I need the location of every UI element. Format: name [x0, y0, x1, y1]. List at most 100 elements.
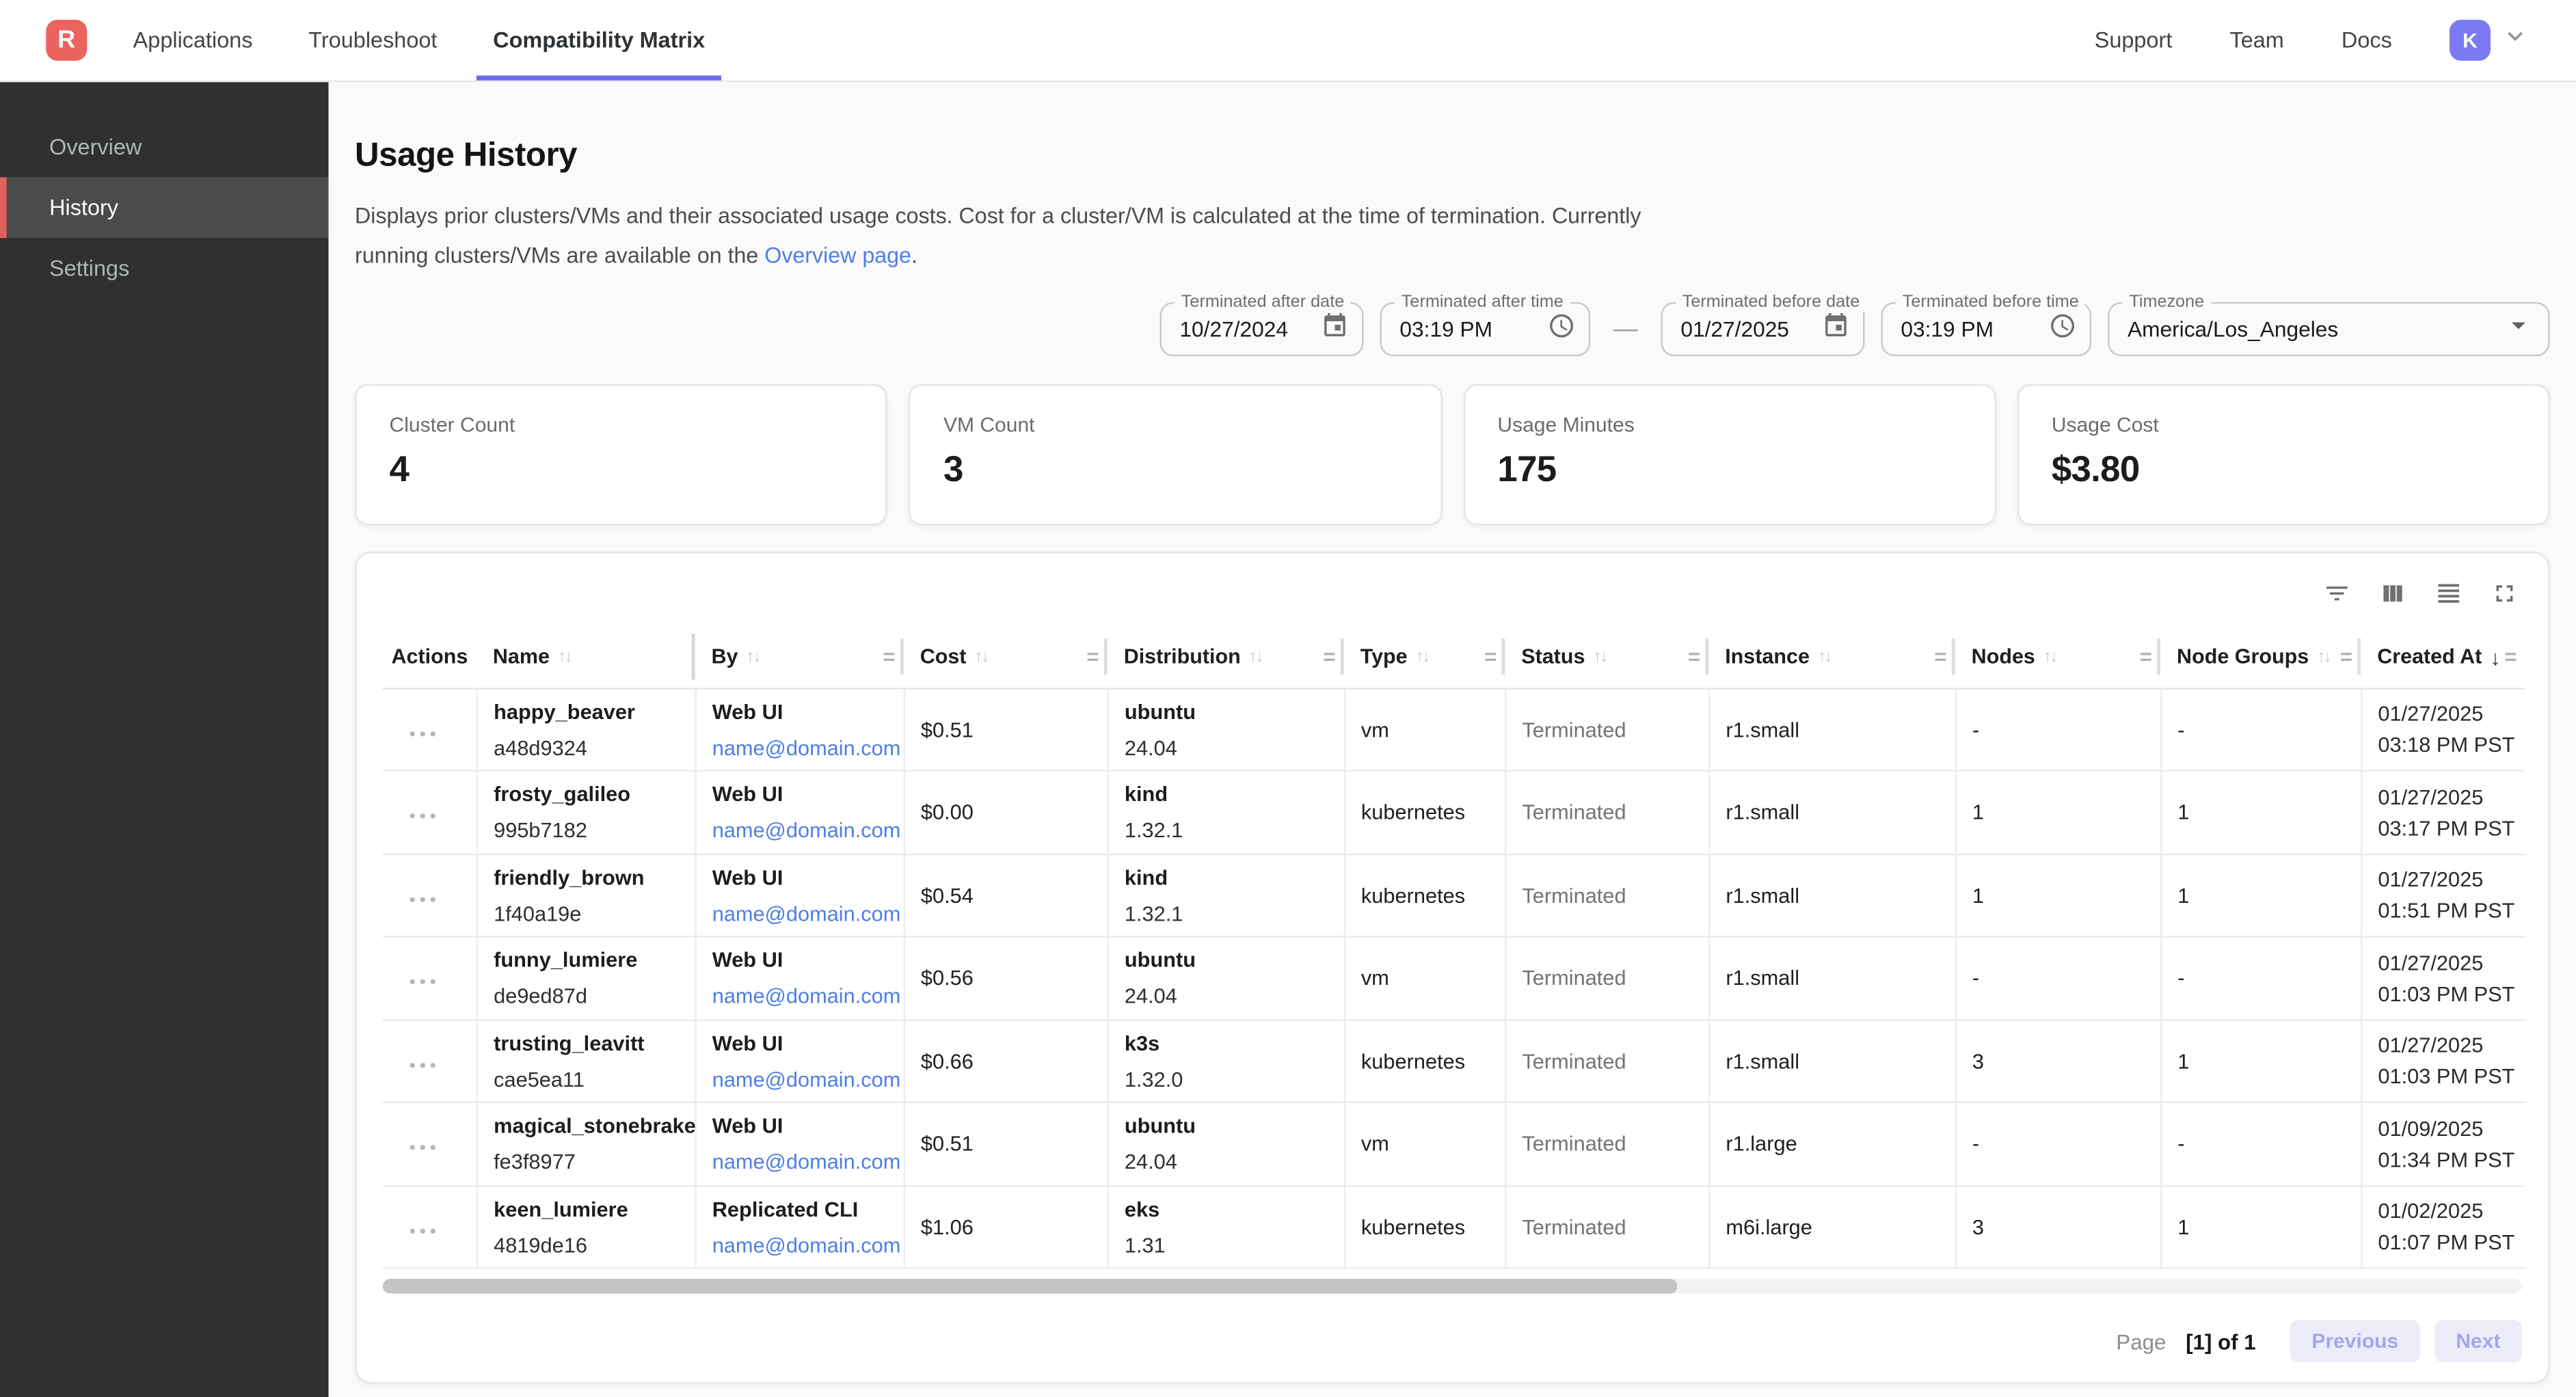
distribution-name: ubuntu — [1125, 947, 1333, 972]
cell-status: Terminated — [1505, 771, 1708, 854]
fullscreen-icon[interactable] — [2491, 580, 2519, 608]
email-link[interactable]: name@domain.com — [712, 984, 901, 1008]
overview-page-link[interactable]: Overview page — [764, 243, 911, 267]
scrollbar-thumb[interactable] — [383, 1279, 1677, 1294]
field-value[interactable]: 01/27/2025 — [1680, 317, 1822, 342]
cell-type: kubernetes — [1344, 1020, 1505, 1102]
cell-instance: r1.small — [1708, 688, 1955, 770]
sidebar-item-settings[interactable]: Settings — [0, 238, 329, 299]
clock-icon[interactable] — [2049, 311, 2077, 347]
column-header-created-at[interactable]: Created At↓= — [2361, 627, 2525, 688]
primary-nav: Applications Troubleshoot Compatibility … — [133, 0, 706, 81]
column-label: Name — [493, 646, 550, 669]
column-label: By — [712, 646, 738, 669]
column-header-instance[interactable]: Instance↑↓= — [1708, 627, 1955, 688]
sort-icon: ↑↓ — [1593, 648, 1606, 666]
column-header-node-groups[interactable]: Node Groups↑↓= — [2160, 627, 2361, 688]
email-link[interactable]: name@domain.com — [712, 1232, 901, 1257]
email-link[interactable]: name@domain.com — [712, 901, 901, 925]
cell-by: Web UIname@domain.com — [695, 854, 903, 936]
created-time: 01:03 PM PST — [2378, 1064, 2515, 1089]
column-menu-icon[interactable]: = — [2140, 645, 2152, 669]
column-header-name[interactable]: Name↑↓ — [477, 627, 695, 688]
usage-table-card: ActionsName↑↓By↑↓=Cost↑↓=Distribution↑↓=… — [355, 552, 2549, 1384]
column-header-type[interactable]: Type↑↓= — [1344, 627, 1505, 688]
terminated-before-date-field[interactable]: Terminated before date 01/27/2025 — [1661, 302, 1864, 356]
terminated-after-time-field[interactable]: Terminated after time 03:19 PM — [1380, 302, 1591, 356]
created-by-source: Replicated CLI — [712, 1196, 893, 1221]
row-actions-button[interactable]: ●●● — [409, 729, 440, 740]
row-actions-button[interactable]: ●●● — [409, 811, 440, 823]
column-menu-icon[interactable]: = — [1934, 645, 1946, 669]
date-range-separator: — — [1613, 315, 1638, 343]
stat-value: $3.80 — [2052, 448, 2515, 491]
field-value[interactable]: 03:19 PM — [1901, 317, 2048, 342]
cell-nodes: 3 — [1955, 1185, 2160, 1268]
field-value[interactable]: 10/27/2024 — [1179, 317, 1321, 342]
dropdown-arrow-icon[interactable] — [2502, 309, 2535, 350]
nav-item-team[interactable]: Team — [2229, 0, 2283, 81]
row-actions-button[interactable]: ●●● — [409, 1143, 440, 1154]
row-actions-button[interactable]: ●●● — [409, 977, 440, 989]
column-header-status[interactable]: Status↑↓= — [1505, 627, 1708, 688]
previous-button[interactable]: Previous — [2290, 1320, 2419, 1362]
email-link[interactable]: name@domain.com — [712, 1150, 901, 1174]
column-header-actions[interactable]: Actions — [383, 627, 477, 688]
nav-item-support[interactable]: Support — [2095, 0, 2173, 81]
calendar-icon[interactable] — [1321, 311, 1349, 347]
column-header-distribution[interactable]: Distribution↑↓= — [1108, 627, 1344, 688]
app-logo[interactable]: R — [46, 20, 87, 61]
cell-type: kubernetes — [1344, 854, 1505, 936]
horizontal-scrollbar[interactable] — [383, 1279, 2522, 1294]
row-actions-button[interactable]: ●●● — [409, 894, 440, 906]
terminated-before-time-field[interactable]: Terminated before time 03:19 PM — [1881, 302, 2092, 356]
email-link[interactable]: name@domain.com — [712, 735, 901, 759]
user-menu[interactable]: K — [2450, 20, 2530, 61]
column-menu-icon[interactable]: = — [883, 645, 895, 669]
column-menu-icon[interactable]: = — [2504, 645, 2517, 669]
row-actions-button[interactable]: ●●● — [409, 1060, 440, 1072]
table-row: ●●● keen_lumiere4819de16 Replicated CLIn… — [383, 1185, 2525, 1268]
stat-label: VM Count — [943, 413, 1407, 437]
column-menu-icon[interactable]: = — [1323, 645, 1335, 669]
next-button[interactable]: Next — [2434, 1320, 2522, 1362]
column-header-cost[interactable]: Cost↑↓= — [904, 627, 1108, 688]
column-menu-icon[interactable]: = — [1484, 645, 1497, 669]
density-icon[interactable] — [2434, 580, 2463, 608]
sidebar: Overview History Settings — [0, 82, 329, 1397]
column-menu-icon[interactable]: = — [1688, 645, 1700, 669]
cell-instance: r1.small — [1708, 771, 1955, 854]
columns-icon[interactable] — [2379, 580, 2407, 608]
clock-icon[interactable] — [1548, 311, 1576, 347]
cell-actions: ●●● — [383, 771, 477, 854]
column-menu-icon[interactable]: = — [2340, 645, 2352, 669]
row-actions-button[interactable]: ●●● — [409, 1226, 440, 1238]
created-time: 01:03 PM PST — [2378, 981, 2515, 1006]
column-header-by[interactable]: By↑↓= — [695, 627, 903, 688]
cell-by: Replicated CLI name@domain.com — [695, 1185, 903, 1268]
terminated-after-date-field[interactable]: Terminated after date 10/27/2024 — [1160, 302, 1364, 356]
usage-history-table: ActionsName↑↓By↑↓=Cost↑↓=Distribution↑↓=… — [383, 627, 2525, 1269]
email-link[interactable]: name@domain.com — [712, 818, 901, 843]
nav-item-applications[interactable]: Applications — [133, 0, 253, 81]
nav-item-compatibility-matrix[interactable]: Compatibility Matrix — [493, 0, 705, 81]
sidebar-item-overview[interactable]: Overview — [0, 117, 329, 178]
chevron-down-icon[interactable] — [2500, 21, 2530, 59]
cell-instance: r1.small — [1708, 1020, 1955, 1102]
created-time: 01:51 PM PST — [2378, 898, 2515, 923]
email-link[interactable]: name@domain.com — [712, 1067, 901, 1091]
nav-item-docs[interactable]: Docs — [2342, 0, 2392, 81]
column-menu-icon[interactable]: = — [1086, 645, 1099, 669]
filter-icon[interactable] — [2323, 580, 2351, 608]
avatar[interactable]: K — [2450, 20, 2491, 61]
column-header-nodes[interactable]: Nodes↑↓= — [1955, 627, 2160, 688]
field-value[interactable]: America/Los_Angeles — [2128, 317, 2502, 342]
sidebar-item-history[interactable]: History — [0, 177, 329, 238]
field-value[interactable]: 03:19 PM — [1399, 317, 1547, 342]
timezone-select[interactable]: Timezone America/Los_Angeles — [2108, 302, 2549, 356]
cell-created-at: 01/09/202501:34 PM PST — [2361, 1102, 2525, 1185]
nav-item-troubleshoot[interactable]: Troubleshoot — [308, 0, 437, 81]
cluster-id: 4819de16 — [494, 1232, 684, 1257]
calendar-icon[interactable] — [1822, 311, 1850, 347]
distribution-version: 24.04 — [1125, 735, 1333, 759]
